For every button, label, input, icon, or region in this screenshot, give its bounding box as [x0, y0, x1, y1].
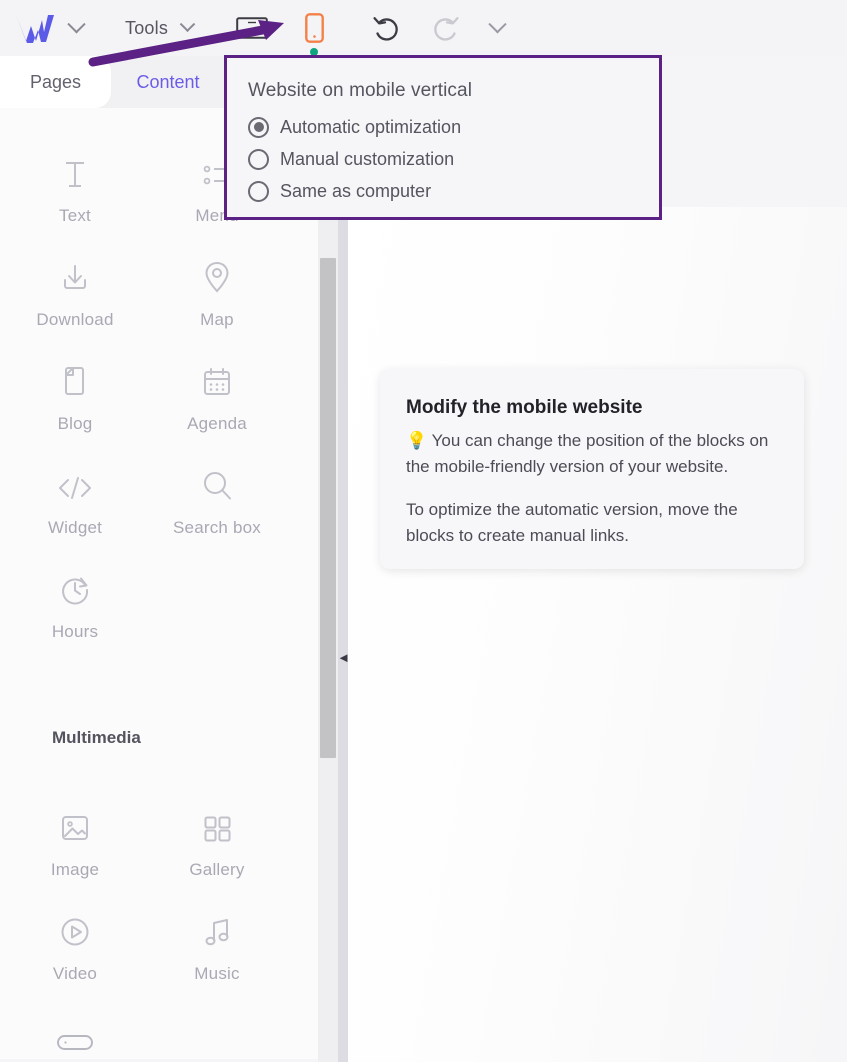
button-icon — [56, 1016, 94, 1052]
desktop-icon — [236, 17, 268, 39]
map-pin-icon — [203, 258, 231, 294]
tooltip-card: Modify the mobile website 💡 You can chan… — [380, 369, 804, 569]
tooltip-paragraph-2: To optimize the automatic version, move … — [406, 500, 738, 545]
gallery-icon — [201, 808, 233, 844]
radio-option-label: Same as computer — [280, 180, 432, 201]
device-toggle-group — [235, 11, 331, 56]
blog-icon — [59, 362, 91, 398]
block-item-label: Gallery — [189, 860, 245, 879]
block-item-music[interactable]: Music — [142, 912, 292, 998]
block-item-video[interactable]: Video — [0, 912, 150, 998]
canvas-top-filler — [662, 56, 847, 207]
section-header-multimedia: Multimedia — [52, 728, 141, 748]
tools-menu-label: Tools — [125, 17, 169, 38]
block-item-label: Search box — [173, 518, 261, 537]
block-item-label: Map — [200, 310, 234, 329]
top-toolbar: Tools — [0, 0, 847, 56]
radio-option-same-as-computer[interactable]: Same as computer — [248, 175, 637, 207]
block-item-label: Image — [50, 860, 100, 879]
collapse-left-chevron-icon[interactable]: ◄ — [337, 648, 350, 666]
logo-chevron-down-icon[interactable] — [67, 14, 86, 33]
lightbulb-icon: 💡 — [406, 431, 428, 450]
radio-option-label: Automatic optimization — [280, 116, 462, 137]
radio-unselected-icon[interactable] — [248, 148, 269, 170]
desktop-view-button[interactable] — [235, 11, 269, 45]
toolbar-overflow-chevron-down-icon[interactable] — [488, 14, 507, 33]
block-item-blog[interactable]: Blog — [0, 362, 150, 448]
download-icon — [58, 258, 92, 294]
block-item-search-box[interactable]: Search box — [142, 466, 292, 552]
image-icon — [59, 808, 91, 844]
undo-icon[interactable] — [371, 13, 401, 43]
logo-area[interactable] — [0, 12, 86, 44]
music-icon — [202, 912, 232, 948]
block-item-text[interactable]: Text — [0, 154, 150, 240]
block-item-label: Text — [59, 206, 91, 225]
block-item-label: Video — [52, 964, 98, 983]
code-icon — [57, 466, 93, 502]
block-item-label: Download — [36, 310, 114, 329]
block-item-label: Agenda — [187, 414, 247, 433]
tab-pages-label: Pages — [29, 71, 82, 92]
radio-unselected-icon[interactable] — [248, 180, 269, 202]
tools-menu[interactable]: Tools — [125, 15, 196, 39]
block-item-agenda[interactable]: Agenda — [142, 362, 292, 448]
calendar-icon — [201, 362, 233, 398]
block-item-label: Blog — [57, 414, 93, 433]
radio-option-automatic-optimization[interactable]: Automatic optimization — [248, 111, 637, 143]
tab-content[interactable]: Content — [111, 56, 225, 108]
search-icon — [201, 466, 233, 502]
sidebar-collapse-strip[interactable] — [338, 207, 348, 1062]
block-item-hours[interactable]: Hours — [0, 570, 150, 656]
mobile-view-button[interactable] — [297, 11, 331, 56]
sidebar-scrollbar-thumb[interactable] — [320, 258, 336, 758]
tooltip-paragraph-1: 💡 You can change the position of the blo… — [406, 428, 778, 479]
block-item-widget[interactable]: Widget — [0, 466, 150, 552]
app-root: Tools Pages Content Text Menu Download M… — [0, 0, 847, 1062]
tab-content-label: Content — [136, 71, 200, 92]
video-icon — [59, 912, 91, 948]
block-item-label: Music — [194, 964, 240, 983]
mobile-view-dropdown: Website on mobile vertical Automatic opt… — [224, 55, 662, 220]
text-icon — [60, 154, 90, 190]
block-item-label: Widget — [47, 518, 103, 537]
section-header-label: Multimedia — [52, 728, 141, 747]
mobile-phone-icon — [304, 13, 324, 43]
redo-icon[interactable] — [431, 13, 461, 43]
block-item-image[interactable]: Image — [0, 808, 150, 894]
radio-option-label: Manual customization — [280, 148, 455, 169]
block-item-map[interactable]: Map — [142, 258, 292, 344]
tools-chevron-down-icon[interactable] — [179, 15, 196, 32]
block-item-button[interactable]: Button — [0, 1016, 150, 1062]
block-item-label: Hours — [51, 622, 99, 641]
block-item-download[interactable]: Download — [0, 258, 150, 344]
tooltip-paragraph-1-text: You can change the position of the block… — [406, 431, 769, 476]
website-canvas[interactable]: Modify the mobile website 💡 You can chan… — [348, 207, 847, 1062]
block-item-gallery[interactable]: Gallery — [142, 808, 292, 894]
clock-icon — [59, 570, 91, 606]
blocks-grid: Text Menu Download Map Blog Agenda Widge… — [0, 108, 318, 1062]
history-group — [371, 13, 461, 43]
tooltip-title: Modify the mobile website — [406, 397, 643, 418]
radio-option-manual-customization[interactable]: Manual customization — [248, 143, 637, 175]
webself-logo-icon[interactable] — [14, 12, 58, 44]
radio-selected-icon[interactable] — [248, 116, 269, 138]
dropdown-title: Website on mobile vertical — [248, 80, 473, 101]
tab-pages[interactable]: Pages — [0, 56, 111, 108]
